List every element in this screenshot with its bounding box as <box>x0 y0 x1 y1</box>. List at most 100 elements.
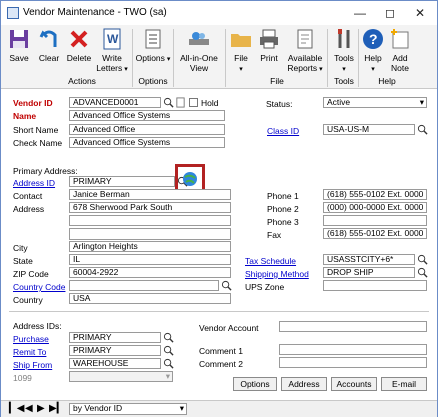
next-record-button[interactable]: ▶ <box>37 403 45 414</box>
email-button[interactable]: E-mail <box>381 377 427 391</box>
shipping-method-input[interactable]: DROP SHIP <box>323 267 415 278</box>
comment1-label: Comment 1 <box>199 346 243 356</box>
help-icon: ? <box>363 29 383 49</box>
accounts-button[interactable]: Accounts <box>331 377 377 391</box>
vendor-id-label: Vendor ID <box>13 98 53 108</box>
svg-text:W: W <box>107 32 119 46</box>
tax-schedule-input[interactable]: USASSTCITY+6* <box>323 254 415 265</box>
word-document-icon: W <box>103 28 121 50</box>
ribbon-group-tools: Tools <box>334 76 354 86</box>
maximize-button[interactable]: ◻ <box>375 1 405 25</box>
zip-code-label: ZIP Code <box>13 269 49 279</box>
delete-button[interactable]: Delete <box>65 27 93 77</box>
options-button[interactable]: Options ▾ <box>135 27 171 77</box>
sort-by-value: by Vendor ID <box>73 403 123 413</box>
shipping-method-link[interactable]: Shipping Method <box>245 269 309 279</box>
save-button[interactable]: Save <box>6 27 32 77</box>
vendor-account-label: Vendor Account <box>199 323 259 333</box>
first-record-button[interactable]: ▎◀ <box>9 403 24 414</box>
name-input[interactable]: Advanced Office Systems <box>69 110 225 121</box>
all-in-one-view-button[interactable]: All-in-One View <box>177 27 221 77</box>
tax-1099-select: ▾ <box>69 371 173 382</box>
close-window-button[interactable]: ✕ <box>405 1 435 25</box>
address-line3-input[interactable] <box>69 228 231 240</box>
country-input[interactable]: USA <box>69 293 231 304</box>
ups-zone-label: UPS Zone <box>245 282 285 292</box>
hold-checkbox[interactable] <box>189 98 198 107</box>
comment2-label: Comment 2 <box>199 359 243 369</box>
title-bar: Vendor Maintenance - TWO (sa) — ◻ ✕ <box>1 1 437 25</box>
ship-from-lookup-icon[interactable] <box>163 358 174 369</box>
help-menu-button[interactable]: ? Help ▾ <box>361 27 385 77</box>
purchase-link[interactable]: Purchase <box>13 334 49 344</box>
internet-information-icon[interactable] <box>182 171 198 187</box>
vendor-lookup-icon[interactable] <box>163 97 174 108</box>
ship-from-link[interactable]: Ship From <box>13 360 52 370</box>
remit-to-link[interactable]: Remit To <box>13 347 46 357</box>
class-id-input[interactable]: USA-US-M <box>323 124 415 135</box>
address-id-input[interactable]: PRIMARY <box>69 176 175 187</box>
add-note-button[interactable]: Add Note <box>387 27 413 77</box>
ribbon-separator <box>327 29 328 87</box>
remit-to-input[interactable]: PRIMARY <box>69 345 161 356</box>
ups-zone-input[interactable] <box>323 280 427 291</box>
short-name-input[interactable]: Advanced Office <box>69 124 225 135</box>
ribbon-group-file: File <box>270 76 284 86</box>
status-select[interactable]: Active ▾ <box>323 97 427 108</box>
vendor-id-input[interactable]: ADVANCED0001 <box>69 97 161 108</box>
class-lookup-icon[interactable] <box>417 124 428 135</box>
vendor-note-icon[interactable] <box>175 97 186 108</box>
tax-schedule-link[interactable]: Tax Schedule <box>245 256 296 266</box>
section-divider <box>9 311 429 312</box>
printer-icon <box>260 29 278 49</box>
available-reports-button[interactable]: Available Reports ▾ <box>284 27 326 77</box>
city-input[interactable]: Arlington Heights <box>69 241 231 252</box>
tax-schedule-lookup-icon[interactable] <box>417 254 428 265</box>
country-code-input[interactable] <box>69 280 219 291</box>
zip-code-input[interactable]: 60004-2922 <box>69 267 231 278</box>
country-code-lookup-icon[interactable] <box>221 280 232 291</box>
ribbon-toolbar: Save Clear Delete W Write Letters ▾ Opti… <box>1 25 437 89</box>
ship-from-input[interactable]: WAREHOUSE <box>69 358 161 369</box>
address-button[interactable]: Address <box>281 377 327 391</box>
address-line1-input[interactable]: 678 Sherwood Park South <box>69 202 231 213</box>
previous-record-button[interactable]: ◀ <box>25 403 33 414</box>
file-menu-button[interactable]: File ▾ <box>229 27 253 77</box>
sort-by-select[interactable]: by Vendor ID ▾ <box>69 403 187 415</box>
short-name-label: Short Name <box>13 125 59 135</box>
last-record-button[interactable]: ▶▎ <box>49 403 64 414</box>
tools-menu-button[interactable]: Tools ▾ <box>331 27 357 77</box>
remit-to-lookup-icon[interactable] <box>163 345 174 356</box>
all-in-one-view-icon <box>189 32 209 45</box>
vendor-account-input[interactable] <box>279 321 427 332</box>
contact-input[interactable]: Janice Berman <box>69 189 231 200</box>
fax-input[interactable]: (618) 555-0102 Ext. 0000 <box>323 228 427 239</box>
phone3-input[interactable] <box>323 215 427 226</box>
minimize-button[interactable]: — <box>345 1 375 25</box>
shipping-method-lookup-icon[interactable] <box>417 267 428 278</box>
country-code-link[interactable]: Country Code <box>13 282 65 292</box>
phone2-input[interactable]: (000) 000-0000 Ext. 0000 <box>323 202 427 213</box>
address-line2-input[interactable] <box>69 215 231 226</box>
clear-button[interactable]: Clear <box>35 27 63 77</box>
options-list-icon <box>145 29 161 49</box>
purchase-lookup-icon[interactable] <box>163 332 174 343</box>
label-1099: 1099 <box>13 373 32 383</box>
purchase-address-input[interactable]: PRIMARY <box>69 332 161 343</box>
print-button[interactable]: Print <box>256 27 282 77</box>
comment2-input[interactable] <box>279 357 427 368</box>
class-id-link[interactable]: Class ID <box>267 126 299 136</box>
city-label: City <box>13 243 28 253</box>
ribbon-group-actions: Actions <box>68 76 96 86</box>
phone1-input[interactable]: (618) 555-0102 Ext. 0000 <box>323 189 427 200</box>
options-bottom-button[interactable]: Options <box>233 377 277 391</box>
vendor-maintenance-window: Vendor Maintenance - TWO (sa) — ◻ ✕ Save… <box>0 0 438 417</box>
write-letters-button[interactable]: W Write Letters ▾ <box>95 27 129 77</box>
address-id-link[interactable]: Address ID <box>13 178 55 188</box>
ribbon-separator <box>132 29 133 87</box>
check-name-input[interactable]: Advanced Office Systems <box>69 137 225 148</box>
comment1-input[interactable] <box>279 344 427 355</box>
ribbon-separator <box>173 29 174 87</box>
reports-icon <box>297 29 313 49</box>
state-input[interactable]: IL <box>69 254 231 265</box>
